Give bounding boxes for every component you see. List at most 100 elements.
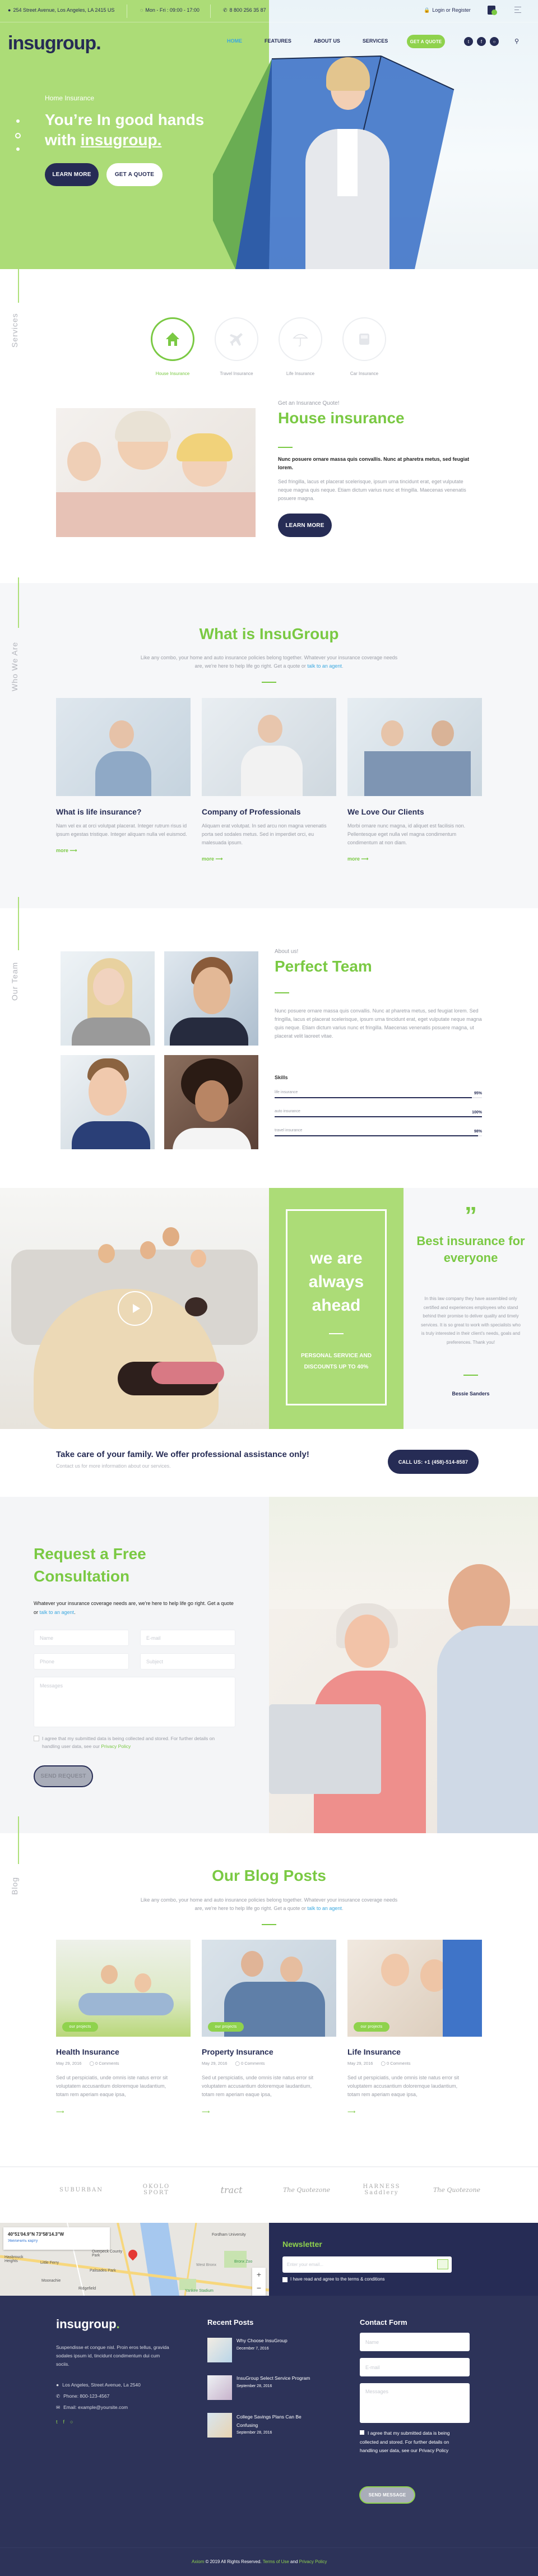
recent-post[interactable]: InsuGroup Select Service Program Septembe… [207,2375,331,2400]
slide-dot[interactable] [16,147,20,151]
send-request-button[interactable]: SEND REQUEST [34,1765,93,1787]
services-tabs: House Insurance Travel Insurance Life In… [150,317,391,379]
slide-dot-active[interactable] [15,133,21,138]
recent-post[interactable]: Why Choose InsuGroup December 7, 2016 [207,2338,331,2362]
map-enlarge-link[interactable]: Увеличить карту [8,2239,105,2243]
hero-learn-more-button[interactable]: LEARN MORE [45,163,99,186]
family-photo [56,408,256,537]
consult-agent-link[interactable]: talk to an agent [40,1610,75,1615]
service-tab-life[interactable]: Life Insurance [278,317,323,376]
more-link[interactable]: more ⟶ [347,856,482,862]
partner-logo[interactable]: OKOLO SPORT [131,2184,182,2196]
blog-agent-link[interactable]: talk to an agent [307,1906,342,1911]
cart-icon[interactable] [488,6,497,15]
consult-subject-input[interactable]: Subject [140,1653,235,1669]
get-quote-button[interactable]: GET A QUOTE [407,35,445,48]
slide-dot[interactable] [16,119,20,123]
hero-get-quote-button[interactable]: GET A QUOTE [106,163,163,186]
call-us-button[interactable]: CALL US: +1 (458)-514-8587 [388,1450,479,1474]
umbrella-icon [293,334,308,346]
terms-link[interactable]: Terms of Use [263,2559,289,2564]
main-nav: HOME FEATURES ABOUT US SERVICES BLOG [227,38,425,44]
newsletter-email-input[interactable]: Enter your email... [282,2256,452,2273]
consult-title: Request a Free Consultation [34,1545,146,1585]
lock-icon: 🔒 [424,7,430,13]
map-zoom-out-button[interactable]: − [252,2281,266,2295]
footer-phone: ✆ Phone: 800-123-4567 [56,2393,110,2399]
twitter-icon[interactable]: t [56,2419,58,2425]
skills-title: Skills [275,1075,288,1080]
hero: ● 254 Street Avenue, Los Angeles, LA 2415… [0,0,538,269]
consult-agree-checkbox[interactable] [34,1736,39,1741]
newsletter-agree-checkbox[interactable] [282,2277,287,2282]
services-kicker: Get an Insurance Quote! [278,400,340,406]
facebook-icon[interactable]: f [477,37,486,46]
blog-divider [262,1924,276,1925]
arrow-right-icon[interactable]: ⟶ [202,2109,336,2115]
partner-logo[interactable]: The Quotezone [432,2186,482,2194]
nav-services[interactable]: SERVICES [363,38,388,44]
arrow-right-icon: ⟶ [361,856,369,862]
privacy-link[interactable]: Privacy Policy [299,2559,327,2564]
post-tag[interactable]: our projects [208,2022,244,2032]
consult-name-input[interactable]: Name [34,1630,129,1646]
footer-name-input[interactable]: Name [360,2333,470,2351]
testimonial-author: Bessie Sanders [452,1391,490,1396]
post-title-link[interactable]: Property Insurance [202,2047,336,2056]
search-icon[interactable]: ⚲ [514,38,519,45]
envelope-icon[interactable] [437,2259,448,2269]
post-tag[interactable]: our projects [354,2022,389,2032]
post-tag[interactable]: our projects [62,2022,98,2032]
more-link[interactable]: more ⟶ [56,848,191,854]
partner-logo[interactable]: tract [206,2185,257,2195]
login-link[interactable]: 🔒 Login or Register [424,7,471,13]
recent-post[interactable]: College Savings Plans Can Be Confusing Se… [207,2413,331,2438]
map-zoom-in-button[interactable]: + [252,2268,266,2281]
partner-logo[interactable]: HARNESS Saddlery [356,2184,407,2196]
skill-progress-bar [275,1097,472,1098]
team-kicker: About us! [275,949,299,955]
play-video-button[interactable] [118,1291,152,1326]
twitter-icon[interactable]: t [464,37,473,46]
consult-email-input[interactable]: E-mail [140,1630,235,1646]
more-link[interactable]: more ⟶ [202,856,336,862]
logo[interactable]: insugroup. [8,33,101,54]
promo-box: we are always ahead PERSONAL SERVICE AND… [269,1188,404,1429]
footer-message-textarea[interactable]: Messages [360,2383,470,2423]
house-icon [166,332,179,346]
facebook-icon[interactable]: f [63,2419,65,2425]
map-label: Yankee Stadium [185,2289,214,2293]
partner-logo[interactable]: The Quotezone [281,2186,332,2194]
map[interactable]: 40°51'04.9"N 73°58'14.3"W Увеличить карт… [0,2223,269,2296]
consult-privacy-link[interactable]: Privacy Policy [101,1743,131,1749]
menu-icon[interactable] [514,7,521,13]
map-label: Ridgefield [78,2287,96,2291]
nav-about-us[interactable]: ABOUT US [314,38,340,44]
nav-home[interactable]: HOME [227,38,242,44]
footer-logo[interactable]: insugroup. [56,2317,120,2332]
service-tab-house[interactable]: House Insurance [150,317,195,376]
instagram-icon[interactable]: ○ [70,2419,73,2425]
plane-icon [230,333,243,346]
brand-link[interactable]: Axiom [192,2559,204,2564]
footer-email-input[interactable]: E-mail [360,2358,470,2376]
services-learn-more-button[interactable]: LEARN MORE [278,514,332,537]
service-tab-car[interactable]: Car Insurance [342,317,387,376]
arrow-right-icon[interactable]: ⟶ [56,2109,191,2115]
hero-woman [291,45,404,269]
post-title-link[interactable]: Life Insurance [347,2047,482,2056]
nav-features[interactable]: FEATURES [265,38,291,44]
send-message-button[interactable]: SEND MESSAGE [359,2486,415,2504]
map-label: Hasbrouck Heights [4,2255,24,2263]
post-title-link[interactable]: Health Insurance [56,2047,191,2056]
who-card: We Love Our Clients Morbi ornare nunc ma… [347,807,482,862]
arrow-right-icon[interactable]: ⟶ [347,2109,482,2115]
service-tab-travel[interactable]: Travel Insurance [214,317,259,376]
consult-message-textarea[interactable]: Messages [34,1677,235,1727]
consult-phone-input[interactable]: Phone [34,1653,129,1669]
talk-to-agent-link[interactable]: talk to an agent [307,663,342,669]
partner-logo[interactable]: SUBURBAN [56,2187,106,2193]
phone-icon: ✆ [56,2393,61,2399]
instagram-icon[interactable]: ○ [490,37,499,46]
map-pin-icon: ● [56,2382,59,2388]
